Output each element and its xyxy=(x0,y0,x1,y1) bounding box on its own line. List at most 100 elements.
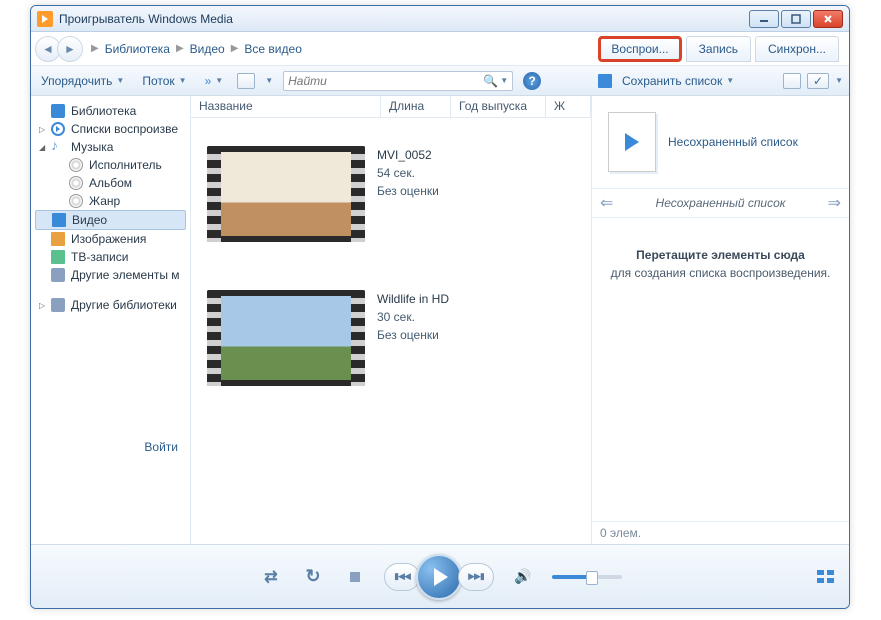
playlist-dropzone[interactable]: Перетащите элементы сюда для создания сп… xyxy=(592,218,849,521)
video-rating: Без оценки xyxy=(377,326,449,344)
music-icon xyxy=(51,140,65,154)
maximize-button[interactable] xyxy=(781,10,811,28)
sidebar-item-other-libraries[interactable]: ▷Другие библиотеки xyxy=(31,296,190,314)
sidebar-item-music[interactable]: ◢Музыка xyxy=(31,138,190,156)
stream-menu[interactable]: Поток▼ xyxy=(138,72,190,90)
playlist-icon xyxy=(51,122,65,136)
breadcrumb-video[interactable]: Видео xyxy=(190,42,225,56)
help-button[interactable]: ? xyxy=(523,72,541,90)
player-bar xyxy=(31,544,849,608)
chevron-icon: ▶ xyxy=(176,43,184,54)
breadcrumb-library[interactable]: Библиотека xyxy=(105,42,170,56)
tab-sync[interactable]: Синхрон... xyxy=(755,36,839,62)
next-list-button[interactable]: ⇒ xyxy=(828,193,841,213)
main-pane: Название Длина Год выпуска Ж MVI_0052 54… xyxy=(191,96,591,544)
chevron-icon: ▶ xyxy=(91,43,99,54)
collapse-icon[interactable]: ◢ xyxy=(39,143,45,152)
stop-button[interactable] xyxy=(342,564,368,590)
sidebar-item-genre[interactable]: Жанр xyxy=(31,192,190,210)
app-window: Проигрыватель Windows Media ◄ ► ▶ Библио… xyxy=(30,5,850,609)
library-icon xyxy=(51,104,65,118)
sidebar-item-video[interactable]: Видео xyxy=(35,210,186,230)
repeat-button[interactable] xyxy=(300,564,326,590)
video-title: MVI_0052 xyxy=(377,146,439,164)
col-genre[interactable]: Ж xyxy=(546,96,591,117)
breadcrumb: ▶ Библиотека ▶ Видео ▶ Все видео xyxy=(91,42,302,56)
search-input[interactable] xyxy=(288,74,483,88)
play-button[interactable] xyxy=(416,554,462,600)
video-thumbnail[interactable] xyxy=(207,146,365,242)
chevron-icon: ▶ xyxy=(231,43,239,54)
nav-row: ◄ ► ▶ Библиотека ▶ Видео ▶ Все видео Вос… xyxy=(31,32,849,66)
organize-menu[interactable]: Упорядочить▼ xyxy=(37,72,128,90)
search-box[interactable]: 🔍▼ xyxy=(283,71,513,91)
playlist-header: Несохраненный список xyxy=(592,96,849,188)
volume-slider[interactable] xyxy=(552,575,622,579)
sidebar-item-other[interactable]: Другие элементы м xyxy=(31,266,190,284)
titlebar: Проигрыватель Windows Media xyxy=(31,6,849,32)
save-list-button[interactable]: Сохранить список▼ xyxy=(618,72,738,90)
search-icon[interactable]: 🔍 xyxy=(483,74,498,88)
minimize-button[interactable] xyxy=(749,10,779,28)
create-playlist-button[interactable]: »▼ xyxy=(201,72,228,90)
expand-icon[interactable]: ▷ xyxy=(39,301,45,310)
album-icon xyxy=(69,176,83,190)
sidebar-item-album[interactable]: Альбом xyxy=(31,174,190,192)
save-icon xyxy=(598,74,612,88)
tab-play[interactable]: Воспрои... xyxy=(598,36,681,62)
column-headers: Название Длина Год выпуска Ж xyxy=(191,96,591,118)
prev-list-button[interactable]: ⇐ xyxy=(600,193,613,213)
video-title: Wildlife in HD xyxy=(377,290,449,308)
clear-list-button[interactable] xyxy=(783,73,801,89)
sidebar-item-library[interactable]: Библиотека xyxy=(31,102,190,120)
video-duration: 54 сек. xyxy=(377,164,439,182)
list-item[interactable]: Wildlife in HD 30 сек. Без оценки xyxy=(191,282,591,426)
playlist-nav-title: Несохраненный список xyxy=(656,196,786,210)
breadcrumb-all-video[interactable]: Все видео xyxy=(244,42,301,56)
playlist-count: 0 элем. xyxy=(592,521,849,544)
tv-icon xyxy=(51,250,65,264)
video-rating: Без оценки xyxy=(377,182,439,200)
genre-icon xyxy=(69,194,83,208)
video-icon xyxy=(52,213,66,227)
video-duration: 30 сек. xyxy=(377,308,449,326)
sidebar: Библиотека ▷Списки воспроизве ◢Музыка Ис… xyxy=(31,96,191,544)
sidebar-item-tv[interactable]: ТВ-записи xyxy=(31,248,190,266)
now-playing-icon xyxy=(608,112,656,172)
dropzone-sub: для создания списка воспроизведения. xyxy=(611,266,831,280)
list-item[interactable]: MVI_0052 54 сек. Без оценки xyxy=(191,138,591,282)
other-media-icon xyxy=(51,268,65,282)
sidebar-item-artist[interactable]: Исполнитель xyxy=(31,156,190,174)
sidebar-item-playlists[interactable]: ▷Списки воспроизве xyxy=(31,120,190,138)
video-meta: MVI_0052 54 сек. Без оценки xyxy=(377,146,439,242)
other-libraries-icon xyxy=(51,298,65,312)
view-options-button[interactable] xyxy=(237,73,255,89)
col-name[interactable]: Название xyxy=(191,96,381,117)
sign-in-link[interactable]: Войти xyxy=(31,434,190,460)
artist-icon xyxy=(69,158,83,172)
playlist-nav: ⇐ Несохраненный список ⇒ xyxy=(592,188,849,218)
col-length[interactable]: Длина xyxy=(381,96,451,117)
list-options-button[interactable]: ✓ xyxy=(807,73,829,89)
images-icon xyxy=(51,232,65,246)
window-buttons xyxy=(747,10,843,28)
col-year[interactable]: Год выпуска xyxy=(451,96,546,117)
video-thumbnail[interactable] xyxy=(207,290,365,386)
close-button[interactable] xyxy=(813,10,843,28)
playlist-pane: Сохранить список▼ ✓▼ Несохраненный списо… xyxy=(591,96,849,544)
tab-burn[interactable]: Запись xyxy=(686,36,751,62)
app-icon xyxy=(37,11,53,27)
mute-button[interactable] xyxy=(510,564,536,590)
forward-button[interactable]: ► xyxy=(57,36,83,62)
next-button[interactable] xyxy=(458,563,494,591)
switch-to-now-playing-button[interactable] xyxy=(817,570,835,584)
playlist-title[interactable]: Несохраненный список xyxy=(668,135,798,149)
window-title: Проигрыватель Windows Media xyxy=(59,12,233,26)
expand-icon[interactable]: ▷ xyxy=(39,125,45,134)
previous-button[interactable] xyxy=(384,563,420,591)
playlist-toolbar: Сохранить список▼ ✓▼ xyxy=(592,66,849,96)
video-list: MVI_0052 54 сек. Без оценки Wildlife in … xyxy=(191,118,591,544)
sidebar-item-images[interactable]: Изображения xyxy=(31,230,190,248)
shuffle-button[interactable] xyxy=(258,564,284,590)
video-meta: Wildlife in HD 30 сек. Без оценки xyxy=(377,290,449,386)
